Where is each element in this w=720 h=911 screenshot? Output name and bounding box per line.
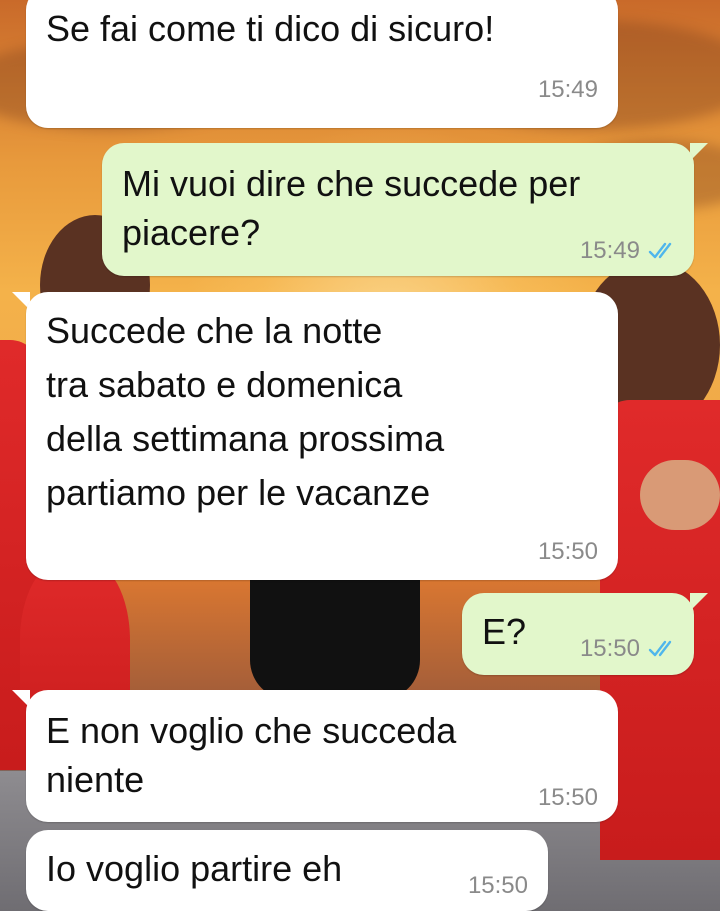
message-meta: 15:50: [580, 635, 678, 663]
message-text: Mi vuoi dire che succede per piacere?: [122, 163, 581, 253]
message-time: 15:49: [579, 237, 640, 264]
message-meta: 15:49: [580, 237, 678, 265]
message-text: E non voglio che succeda niente: [46, 710, 457, 800]
double-check-icon: [648, 639, 678, 659]
outgoing-message[interactable]: E? 15:50: [462, 593, 694, 675]
message-text: Io voglio partire eh: [46, 848, 343, 889]
incoming-message[interactable]: E non voglio che succeda niente 15:50: [26, 690, 618, 822]
message-meta: 15:50: [538, 784, 598, 812]
message-time: 15:49: [537, 76, 598, 103]
message-meta: 15:50: [468, 872, 528, 900]
message-meta: 15:50: [538, 538, 598, 566]
incoming-message[interactable]: Se fai come ti dico di sicuro! 15:49: [26, 0, 618, 128]
message-text: E?: [482, 611, 527, 652]
message-text: Se fai come ti dico di sicuro!: [46, 8, 495, 49]
incoming-message[interactable]: Io voglio partire eh 15:50: [26, 830, 548, 911]
message-meta: 15:49: [538, 76, 598, 104]
message-time: 15:50: [537, 784, 598, 811]
message-time: 15:50: [467, 872, 528, 899]
message-text: Succede che la notte tra sabato e domeni…: [46, 310, 445, 513]
message-time: 15:50: [579, 635, 640, 662]
incoming-message[interactable]: Succede che la notte tra sabato e domeni…: [26, 292, 618, 580]
message-time: 15:50: [537, 538, 598, 565]
message-list[interactable]: Se fai come ti dico di sicuro! 15:49 Mi …: [0, 0, 720, 911]
double-check-icon: [648, 241, 678, 261]
outgoing-message[interactable]: Mi vuoi dire che succede per piacere? 15…: [102, 143, 694, 276]
